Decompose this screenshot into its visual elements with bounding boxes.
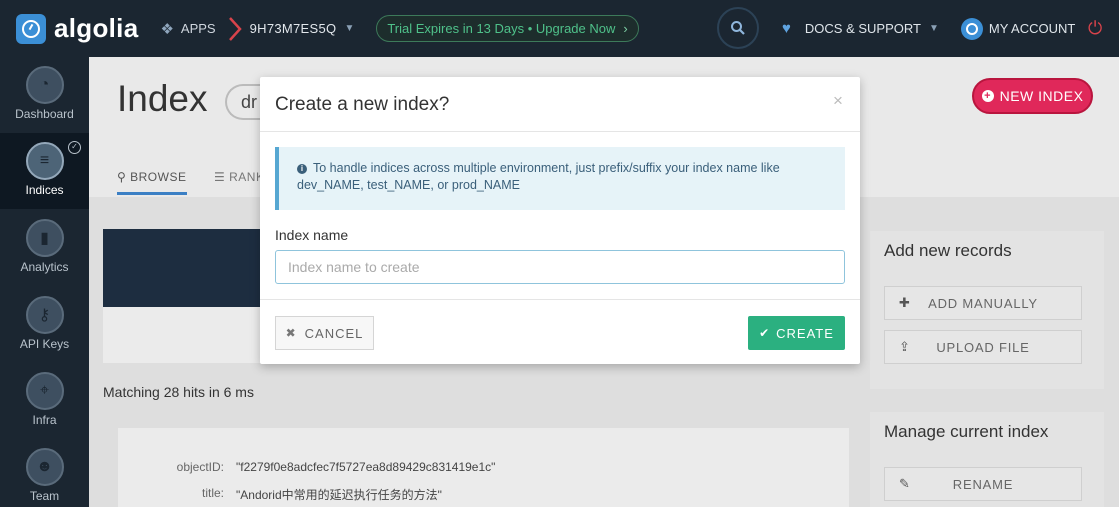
info-text: To handle indices across multiple enviro… <box>297 161 780 192</box>
close-icon: ✖ <box>285 326 297 340</box>
modal-divider <box>260 131 860 132</box>
info-alert: i To handle indices across multiple envir… <box>275 147 845 210</box>
modal-title: Create a new index? <box>275 94 450 115</box>
modal-divider <box>260 299 860 300</box>
create-index-modal: Create a new index? × i To handle indices… <box>260 77 860 364</box>
cancel-label: CANCEL <box>304 325 364 341</box>
create-label: CREATE <box>776 325 834 341</box>
create-button[interactable]: ✔ CREATE <box>748 316 845 350</box>
info-icon: i <box>297 164 307 174</box>
check-icon: ✔ <box>759 326 771 340</box>
index-name-input[interactable] <box>275 250 845 284</box>
index-name-label: Index name <box>275 227 349 243</box>
close-icon[interactable]: × <box>833 91 843 111</box>
cancel-button[interactable]: ✖ CANCEL <box>275 316 374 350</box>
